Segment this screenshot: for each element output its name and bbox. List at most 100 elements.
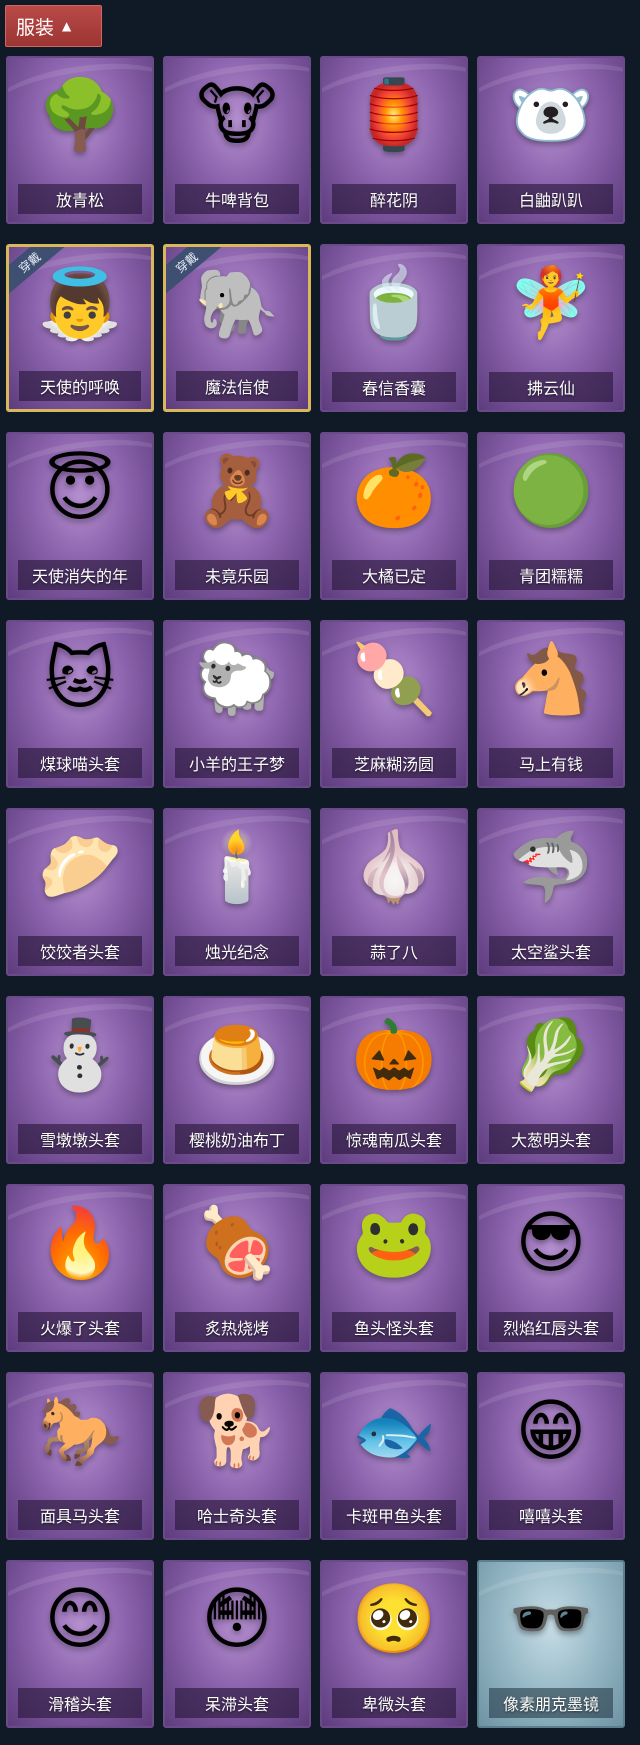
- costume-card[interactable]: 🧸 未竟乐园: [163, 432, 311, 600]
- costume-card[interactable]: 🐴 马上有钱: [477, 620, 625, 788]
- costume-card[interactable]: 🟢 青团糯糯: [477, 432, 625, 600]
- card-label-bar: 饺饺者头套: [18, 936, 142, 966]
- card-label-bar: 大葱明头套: [489, 1124, 613, 1154]
- costume-item-icon: 🟢: [508, 452, 594, 531]
- costume-card[interactable]: 🐸 鱼头怪头套: [320, 1184, 468, 1352]
- costume-name: 烛光纪念: [204, 943, 269, 962]
- card-label-bar: 天使的呼唤: [19, 371, 141, 401]
- costume-card[interactable]: 🌳 放青松: [6, 56, 154, 224]
- costume-grid: 🌳 放青松 🐮 牛啤背包 🏮 醉花阴 🐻‍❄️ 白鼬趴趴 👼 穿戴 天使的呼唤 🐘 穿戴 魔法信使 🍵 春信香…: [6, 56, 634, 1728]
- card-label-bar: 马上有钱: [489, 748, 613, 778]
- costume-name: 太空鲨头套: [510, 943, 591, 962]
- costume-name: 樱桃奶油布丁: [188, 1131, 285, 1150]
- costume-item-icon: 🧸: [194, 452, 280, 531]
- card-label-bar: 面具马头套: [18, 1500, 142, 1530]
- costume-name: 青团糯糯: [518, 567, 583, 586]
- costume-card[interactable]: 🐕 哈士奇头套: [163, 1372, 311, 1540]
- costume-card[interactable]: ⛄ 雪墩墩头套: [6, 996, 154, 1164]
- costume-card[interactable]: 🐎 面具马头套: [6, 1372, 154, 1540]
- costume-item-icon: 🍡: [351, 640, 437, 719]
- costume-card[interactable]: 😳 呆滞头套: [163, 1560, 311, 1728]
- costume-card[interactable]: 🐟 卡斑甲鱼头套: [320, 1372, 468, 1540]
- costume-card[interactable]: 🐱 煤球喵头套: [6, 620, 154, 788]
- card-label-bar: 拂云仙: [489, 372, 613, 402]
- costume-item-icon: 🦈: [508, 828, 594, 907]
- costume-name: 呆滞头套: [204, 1695, 269, 1714]
- costume-item-icon: 🕯️: [194, 828, 280, 907]
- costume-name: 烈焰红唇头套: [502, 1319, 599, 1338]
- costume-card[interactable]: 🕯️ 烛光纪念: [163, 808, 311, 976]
- costume-card[interactable]: 🧚 拂云仙: [477, 244, 625, 412]
- costume-card[interactable]: 🔥 火爆了头套: [6, 1184, 154, 1352]
- costume-card[interactable]: 🍮 樱桃奶油布丁: [163, 996, 311, 1164]
- costume-card[interactable]: 😎 烈焰红唇头套: [477, 1184, 625, 1352]
- costume-card[interactable]: 😁 嘻嘻头套: [477, 1372, 625, 1540]
- costume-name: 面具马头套: [39, 1507, 120, 1526]
- card-label-bar: 魔法信使: [176, 371, 298, 401]
- costume-name: 芝麻糊汤圆: [353, 755, 434, 774]
- costume-item-icon: 🥺: [351, 1580, 437, 1659]
- card-label-bar: 哈士奇头套: [175, 1500, 299, 1530]
- costume-name: 火爆了头套: [39, 1319, 120, 1338]
- costume-card[interactable]: 🍡 芝麻糊汤圆: [320, 620, 468, 788]
- costume-name: 马上有钱: [518, 755, 583, 774]
- costume-item-icon: 🐘: [194, 265, 280, 344]
- costume-name: 惊魂南瓜头套: [345, 1131, 442, 1150]
- costume-card[interactable]: 🧄 蒜了八: [320, 808, 468, 976]
- costume-card[interactable]: 🦈 太空鲨头套: [477, 808, 625, 976]
- card-label-bar: 炙热烧烤: [175, 1312, 299, 1342]
- costume-card[interactable]: 🏮 醉花阴: [320, 56, 468, 224]
- costume-card[interactable]: 🐮 牛啤背包: [163, 56, 311, 224]
- costume-name: 牛啤背包: [204, 191, 269, 210]
- costume-name: 哈士奇头套: [196, 1507, 277, 1526]
- costume-card[interactable]: 🐻‍❄️ 白鼬趴趴: [477, 56, 625, 224]
- costume-card[interactable]: 🍵 春信香囊: [320, 244, 468, 412]
- card-label-bar: 芝麻糊汤圆: [332, 748, 456, 778]
- costume-item-icon: 😳: [201, 1580, 273, 1659]
- costume-name: 鱼头怪头套: [353, 1319, 434, 1338]
- costume-item-icon: 🐟: [351, 1392, 437, 1471]
- costume-card[interactable]: 🍊 大橘已定: [320, 432, 468, 600]
- costume-card[interactable]: 🕶️ 像素朋克墨镜: [477, 1560, 625, 1728]
- card-label-bar: 像素朋克墨镜: [489, 1688, 613, 1718]
- costume-item-icon: 🌳: [37, 76, 123, 155]
- costume-item-icon: 🧚: [508, 264, 594, 343]
- costume-name: 春信香囊: [361, 379, 426, 398]
- costume-item-icon: 🍖: [194, 1204, 280, 1283]
- costume-card[interactable]: 🎃 惊魂南瓜头套: [320, 996, 468, 1164]
- costume-name: 醉花阴: [369, 191, 418, 210]
- costume-name: 小羊的王子梦: [188, 755, 285, 774]
- costume-card[interactable]: 🥬 大葱明头套: [477, 996, 625, 1164]
- costume-item-icon: 🏮: [351, 76, 437, 155]
- costume-item-icon: 🐎: [37, 1392, 123, 1471]
- card-label-bar: 烛光纪念: [175, 936, 299, 966]
- costume-card[interactable]: 👼 穿戴 天使的呼唤: [6, 244, 154, 412]
- costume-item-icon: 😇: [44, 452, 116, 531]
- costume-item-icon: 🎃: [351, 1016, 437, 1095]
- costume-item-icon: 🐴: [508, 640, 594, 719]
- costume-card[interactable]: 🐘 穿戴 魔法信使: [163, 244, 311, 412]
- costume-card[interactable]: 🍖 炙热烧烤: [163, 1184, 311, 1352]
- costume-item-icon: 🐮: [196, 76, 278, 155]
- costume-item-icon: 😊: [44, 1580, 116, 1659]
- category-tab-costume[interactable]: 服装 ▲: [5, 5, 102, 47]
- costume-name: 蒜了八: [369, 943, 418, 962]
- costume-card[interactable]: 😇 天使消失的年: [6, 432, 154, 600]
- costume-name: 大葱明头套: [510, 1131, 591, 1150]
- costume-card[interactable]: 🥺 卑微头套: [320, 1560, 468, 1728]
- chevron-up-icon: ▲: [62, 19, 72, 33]
- costume-item-icon: 😁: [515, 1392, 587, 1471]
- costume-name: 大橘已定: [361, 567, 426, 586]
- costume-item-icon: 🐻‍❄️: [508, 76, 594, 155]
- costume-name: 像素朋克墨镜: [502, 1695, 599, 1714]
- card-label-bar: 春信香囊: [332, 372, 456, 402]
- card-label-bar: 太空鲨头套: [489, 936, 613, 966]
- costume-card[interactable]: 🐑 小羊的王子梦: [163, 620, 311, 788]
- costume-item-icon: 🥬: [508, 1016, 594, 1095]
- costume-item-icon: 🍮: [194, 1016, 280, 1095]
- card-label-bar: 青团糯糯: [489, 560, 613, 590]
- card-label-bar: 鱼头怪头套: [332, 1312, 456, 1342]
- costume-name: 嘻嘻头套: [518, 1507, 583, 1526]
- costume-card[interactable]: 😊 滑稽头套: [6, 1560, 154, 1728]
- costume-card[interactable]: 🥟 饺饺者头套: [6, 808, 154, 976]
